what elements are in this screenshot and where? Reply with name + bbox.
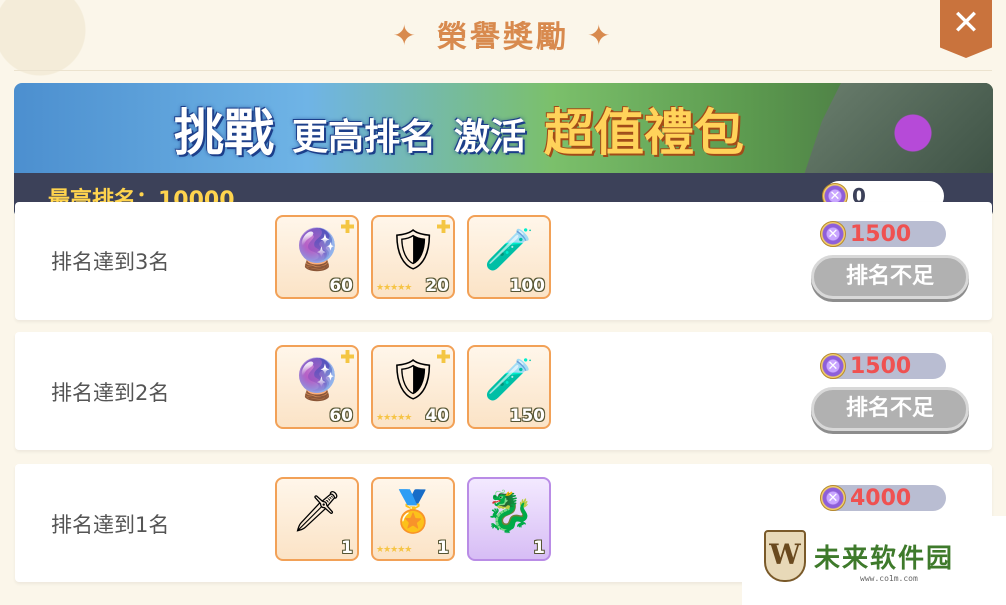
potion-bottle-icon: 🧪 xyxy=(484,357,534,403)
reward-cost-value: 4000 xyxy=(850,485,912,511)
item-count: 40 xyxy=(425,406,449,426)
reward-item[interactable]: 🧪 100 xyxy=(467,215,551,299)
reward-cost: ✕ 4000 xyxy=(820,485,946,511)
reward-item[interactable]: 🧪 150 xyxy=(467,345,551,429)
reward-item[interactable]: 🔮 60 xyxy=(275,215,359,299)
potion-bottle-icon: 🧪 xyxy=(484,227,534,273)
star-rating: ★★★★★ xyxy=(376,413,412,423)
reward-row-label: 排名達到3名 xyxy=(51,250,170,274)
banner-word-challenge: 挑戰 xyxy=(174,104,274,162)
item-count: 60 xyxy=(329,276,353,296)
sparkle-icon: ✦ xyxy=(392,19,419,52)
star-rating: ★★★★★ xyxy=(376,283,412,293)
item-count: 20 xyxy=(425,276,449,296)
banner-word-value-pack: 超值禮包 xyxy=(544,104,745,162)
honor-token-icon: ✕ xyxy=(820,221,846,247)
star-rating: ★★★★★ xyxy=(376,545,412,555)
reward-cost: ✕ 1500 xyxy=(820,353,946,379)
reward-cost-value: 1500 xyxy=(850,353,912,379)
page-title-text: 榮譽獎勵 xyxy=(437,20,569,55)
watermark-text: 未来软件园 xyxy=(814,544,955,574)
honor-token-icon: ✕ xyxy=(820,353,846,379)
site-watermark: W 未来软件园 www.co1m.com xyxy=(742,516,1006,605)
banner-word-activate: 激活 xyxy=(454,117,527,158)
shield-logo-icon: W xyxy=(764,530,806,582)
item-count: 1 xyxy=(533,538,545,558)
reward-item[interactable]: 🐉 1 xyxy=(467,477,551,561)
sparkle-icon: ✦ xyxy=(587,19,614,52)
reward-item[interactable]: 🛡 ★★★★★ 40 xyxy=(371,345,455,429)
rank-insufficient-button[interactable]: 排名不足 xyxy=(811,387,969,431)
page-title: ✦ 榮譽獎勵 ✦ xyxy=(0,12,1006,56)
item-count: 1 xyxy=(341,538,353,558)
reward-cost: ✕ 1500 xyxy=(820,221,946,247)
dragon-frame-icon: 🐉 xyxy=(484,489,534,535)
watermark-url: www.co1m.com xyxy=(860,574,918,583)
crest-fragment-icon: 🛡 xyxy=(387,357,439,403)
reward-cost-value: 1500 xyxy=(850,221,912,247)
gauntlet-icon: 🗡 xyxy=(291,489,343,535)
reward-row-rank-2: 排名達到2名 🔮 60 🛡 ★★★★★ 40 🧪 150 ✕ 1500 排名不足 xyxy=(15,332,992,450)
reward-row-label: 排名達到1名 xyxy=(51,513,170,537)
reward-item[interactable]: 🔮 60 xyxy=(275,345,359,429)
crystal-orb-icon: 🔮 xyxy=(292,227,342,273)
item-count: 150 xyxy=(509,406,546,426)
crest-emblem-icon: 🏅 xyxy=(388,489,438,535)
honor-token-icon: ✕ xyxy=(820,485,846,511)
crystal-orb-icon: 🔮 xyxy=(292,357,342,403)
crest-fragment-icon: 🛡 xyxy=(387,227,439,273)
reward-row-rank-3: 排名達到3名 🔮 60 🛡 ★★★★★ 20 🧪 100 ✕ 1500 排名不足 xyxy=(15,202,992,320)
close-icon: ✕ xyxy=(951,3,981,43)
item-count: 100 xyxy=(509,276,546,296)
reward-item[interactable]: 🛡 ★★★★★ 20 xyxy=(371,215,455,299)
rank-insufficient-button[interactable]: 排名不足 xyxy=(811,255,969,299)
close-button[interactable]: ✕ xyxy=(940,0,992,58)
item-count: 60 xyxy=(329,406,353,426)
reward-row-label: 排名達到2名 xyxy=(51,381,170,405)
promo-banner[interactable]: 挑戰 更高排名 激活 超值禮包 最高排名：10000 ✕ 0 xyxy=(14,83,993,218)
banner-word-higher-rank: 更高排名 xyxy=(292,117,437,158)
reward-item[interactable]: 🗡 1 xyxy=(275,477,359,561)
header-divider xyxy=(14,70,992,71)
reward-item[interactable]: 🏅 ★★★★★ 1 xyxy=(371,477,455,561)
banner-headline: 挑戰 更高排名 激活 超值禮包 xyxy=(174,101,854,161)
item-count: 1 xyxy=(437,538,449,558)
